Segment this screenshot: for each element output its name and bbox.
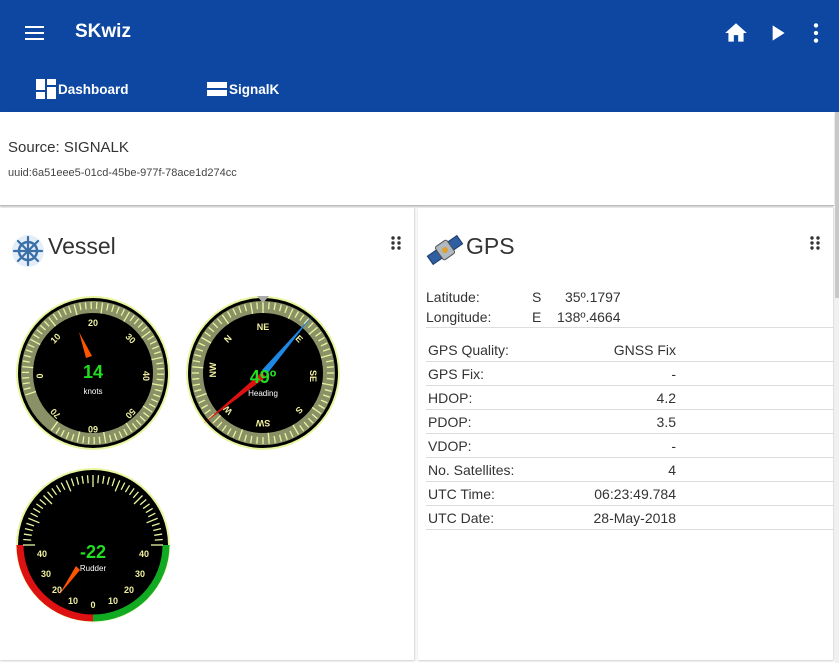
speed-tick-label: 0 [35, 373, 45, 378]
gps-title: GPS [466, 233, 515, 259]
longitude-label: Longitude: [426, 309, 492, 325]
rudder-tick-port-10: 10 [68, 596, 78, 606]
heading-label: Heading [248, 389, 278, 398]
speed-tick-label: 40 [141, 371, 151, 381]
speed-gauge: 010203040506070 14 knots [16, 296, 170, 450]
vessel-title: Vessel [48, 233, 116, 259]
rudder-value: -22 [80, 542, 106, 562]
source-card: Source: SIGNALK uuid:6a51eee5-01cd-45be-… [0, 112, 834, 206]
row-label: VDOP: [428, 438, 472, 454]
heading-value: 49º [250, 367, 277, 387]
app-title: SKwiz [75, 21, 131, 42]
longitude-row: Longitude: E 138º.4664 [426, 308, 834, 328]
row-label: No. Satellites: [428, 462, 515, 478]
rudder-tick-stbd-30: 30 [135, 569, 145, 579]
latitude-row: Latitude: S 35º.1797 [426, 288, 834, 308]
dashboard-icon [36, 79, 56, 99]
gps-panel: GPS Latitude: S 35º.1797 Longitude: E 13… [418, 208, 834, 660]
pdop-row: PDOP: 3.5 [426, 410, 834, 434]
compass-cardinal-se: SE [308, 370, 318, 382]
rudder-tick-stbd-10: 10 [108, 596, 118, 606]
rudder-tick-0: 0 [90, 600, 95, 610]
row-value: 06:23:49.784 [594, 486, 676, 502]
drag-handle-icon[interactable] [809, 235, 821, 251]
rudder-tick-port-30: 30 [41, 569, 51, 579]
more-vert-icon[interactable] [803, 20, 829, 46]
gps-quality-row: GPS Quality: GNSS Fix [426, 338, 834, 362]
compass-tick [326, 366, 334, 369]
speed-tick [98, 436, 101, 444]
satellites-row: No. Satellites: 4 [426, 458, 834, 482]
utc-time-row: UTC Time: 06:23:49.784 [426, 482, 834, 506]
row-label: UTC Date: [428, 510, 495, 526]
row-label: PDOP: [428, 414, 472, 430]
drag-handle-icon[interactable] [390, 235, 402, 251]
row-label: GPS Quality: [428, 342, 509, 358]
rudder-tick [97, 475, 100, 484]
row-value: 28-May-2018 [593, 510, 677, 526]
compass-tick [192, 377, 200, 380]
latitude-hemisphere: S [532, 289, 542, 305]
row-label: HDOP: [428, 390, 473, 406]
signalk-icon [207, 82, 227, 96]
speed-value: 14 [83, 362, 103, 382]
longitude-value: 138º.4664 [557, 309, 621, 325]
satellite-icon [426, 234, 464, 266]
home-icon[interactable] [723, 20, 749, 46]
compass-tick [256, 302, 259, 310]
speed-tick [22, 376, 30, 379]
utc-date-row: UTC Date: 28-May-2018 [426, 506, 834, 530]
speed-tick-label: 60 [88, 424, 98, 434]
rudder-tick [23, 538, 32, 541]
row-value: 3.5 [656, 414, 676, 430]
compass-tick [326, 377, 334, 380]
rudder-gauge: 40 30 20 10 0 10 20 30 40 -22 Rudder [16, 468, 170, 622]
longitude-hemisphere: E [532, 309, 542, 325]
row-value: - [671, 438, 676, 454]
source-label: Source: SIGNALK [8, 139, 129, 156]
row-label: UTC Time: [428, 486, 495, 502]
tab-signalk[interactable]: SignalK [207, 78, 279, 100]
compass-tick [256, 436, 259, 444]
speed-unit: knots [83, 387, 102, 396]
hdop-row: HDOP: 4.2 [426, 386, 834, 410]
row-label: GPS Fix: [428, 366, 485, 382]
rudder-tick-port-20: 20 [52, 585, 62, 595]
latitude-value: 35º.1797 [565, 289, 621, 305]
row-value: - [671, 366, 676, 382]
tab-dashboard[interactable]: Dashboard [36, 78, 129, 100]
rudder-tick [154, 538, 163, 541]
tab-signalk-label: SignalK [229, 81, 280, 97]
compass-cardinal-ne: NE [257, 322, 270, 332]
vessel-panel: Vessel 0 10 20 30 40 50 60 70 14 knots NE SE SW… [0, 208, 415, 660]
speed-tick-label: 20 [88, 318, 98, 328]
row-value: 4.2 [656, 390, 676, 406]
menu-icon[interactable] [22, 20, 48, 46]
tab-bar: Dashboard SignalK [0, 64, 839, 112]
rudder-tick [86, 475, 89, 484]
scrollbar-thumb[interactable] [835, 112, 839, 298]
play-icon[interactable] [764, 20, 790, 46]
heading-compass: NE SE SW NW N E S W 49º Heading [186, 296, 340, 450]
row-value: GNSS Fix [613, 342, 676, 358]
source-uuid: uuid:6a51eee5-01cd-45be-977f-78ace1d274c… [8, 167, 237, 179]
gps-table: Latitude: S 35º.1797 Longitude: E 138º.4… [426, 288, 834, 530]
gps-fix-row: GPS Fix: - [426, 362, 834, 386]
speed-tick [156, 378, 164, 381]
rudder-tick-port-40: 40 [37, 549, 47, 559]
rudder-tick-stbd-20: 20 [124, 585, 134, 595]
speed-tick [84, 302, 87, 310]
app-bar: SKwiz Dashboard SignalK [0, 0, 839, 112]
helm-wheel-icon [12, 235, 44, 267]
latitude-label: Latitude: [426, 289, 480, 305]
compass-cardinal-sw: SW [255, 418, 270, 428]
vdop-row: VDOP: - [426, 434, 834, 458]
rudder-tick-stbd-40: 40 [139, 549, 149, 559]
tab-dashboard-label: Dashboard [58, 81, 129, 97]
row-value: 4 [668, 462, 676, 478]
compass-cardinal-nw: NW [208, 362, 218, 377]
rudder-label: Rudder [80, 564, 107, 573]
compass-tick [267, 302, 270, 310]
